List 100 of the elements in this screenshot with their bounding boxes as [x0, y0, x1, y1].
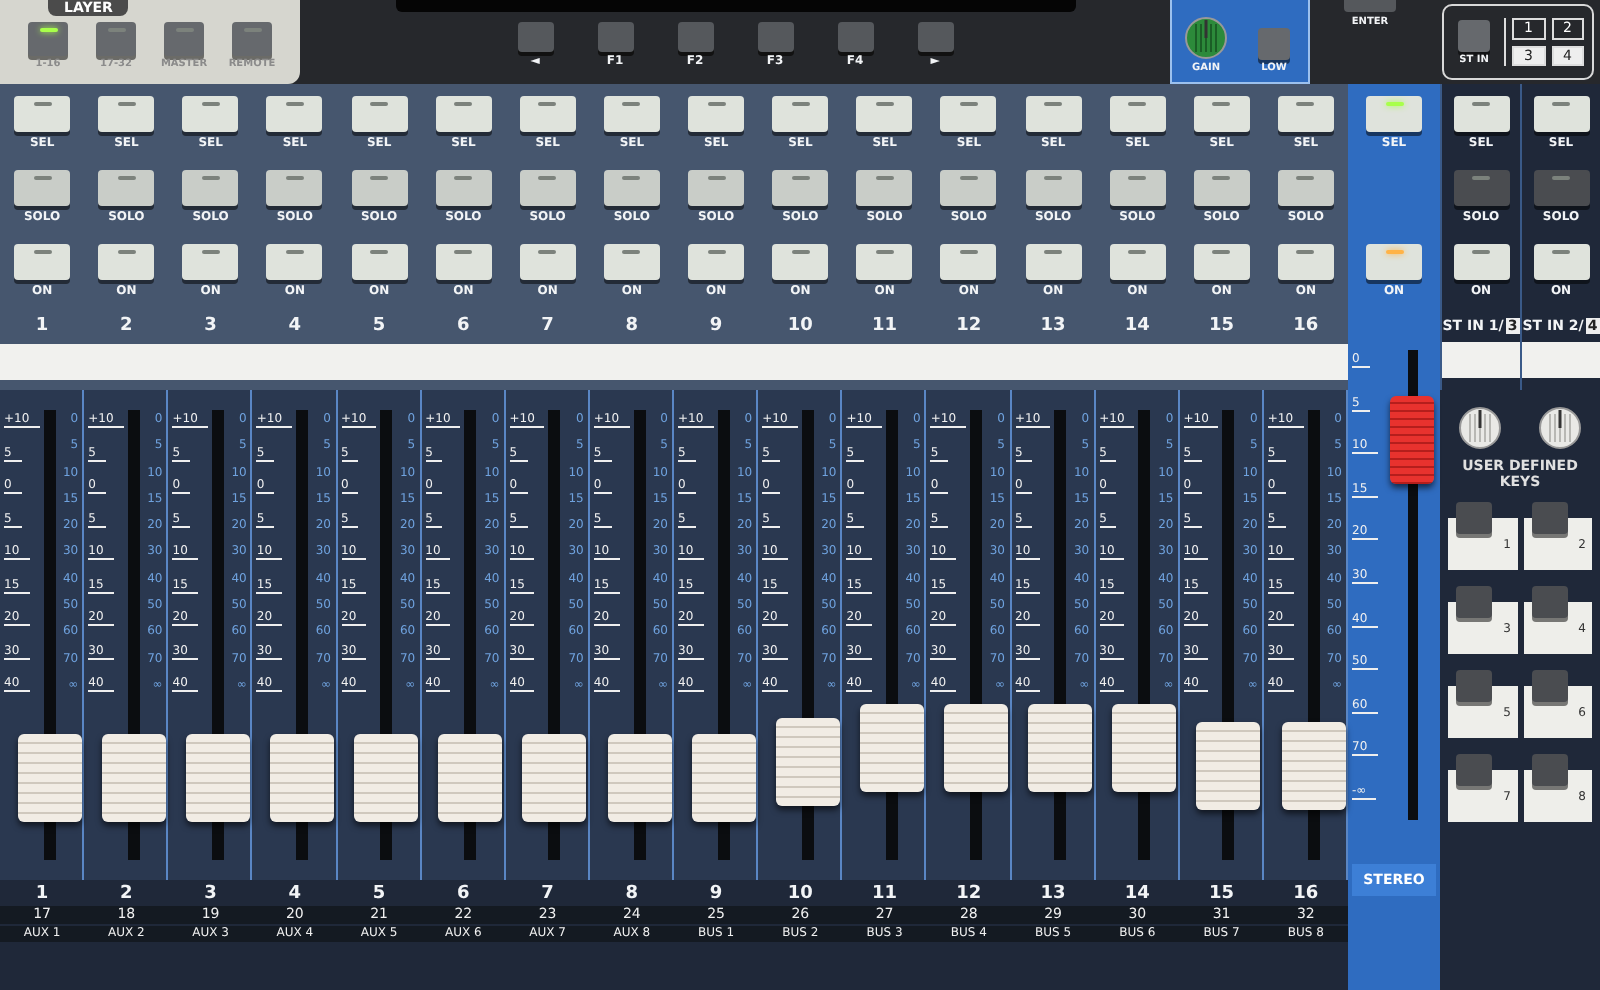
select-button[interactable]	[688, 96, 745, 132]
on-button[interactable]	[519, 244, 576, 280]
channel-number: 5	[372, 318, 386, 336]
select-button[interactable]	[351, 96, 408, 132]
select-button[interactable]	[603, 96, 660, 132]
fader-knob[interactable]	[1196, 722, 1261, 811]
select-button[interactable]	[435, 96, 492, 132]
select-button[interactable]	[772, 96, 829, 132]
on-button[interactable]	[266, 244, 323, 280]
st-in-button[interactable]	[1458, 19, 1490, 51]
scribble-strip	[1442, 342, 1520, 378]
channel-number: 16	[1293, 886, 1319, 904]
fader-knob[interactable]	[522, 733, 587, 822]
on-button[interactable]	[351, 244, 408, 280]
channel-number: 7	[541, 318, 554, 336]
channel-number: 14	[1124, 886, 1150, 904]
solo-button[interactable]	[1533, 170, 1589, 206]
channel-number: 14	[1124, 318, 1150, 336]
fader-knob[interactable]	[1281, 722, 1346, 811]
solo-button[interactable]	[519, 170, 576, 206]
on-button[interactable]	[1277, 244, 1334, 280]
solo-button[interactable]	[435, 170, 492, 206]
select-button[interactable]	[182, 96, 239, 132]
solo-button[interactable]	[603, 170, 660, 206]
fader-knob[interactable]	[1112, 703, 1177, 792]
on-button[interactable]	[856, 244, 913, 280]
on-button[interactable]	[772, 244, 829, 280]
fader-knob[interactable]	[17, 733, 82, 822]
knob-icon[interactable]	[1538, 406, 1582, 450]
solo-button[interactable]	[266, 170, 323, 206]
fader-knob[interactable]	[1028, 703, 1093, 792]
solo-button[interactable]	[1193, 170, 1250, 206]
channel-number: 8	[625, 886, 639, 904]
solo-button[interactable]	[1453, 170, 1509, 206]
channel-number: 16	[1293, 318, 1319, 336]
channel-number: 2	[120, 886, 133, 904]
fader-knob[interactable]	[691, 733, 756, 822]
solo-button[interactable]	[1277, 170, 1334, 206]
solo-button[interactable]	[940, 170, 997, 206]
channel-number: 10	[787, 318, 813, 336]
fader-knob[interactable]	[607, 733, 672, 822]
channel-number: 13	[1040, 886, 1066, 904]
select-button[interactable]	[1193, 96, 1250, 132]
on-button[interactable]	[1109, 244, 1166, 280]
channel-number: 4	[288, 318, 302, 336]
channel-number: 12	[956, 318, 982, 336]
channel-number: 1	[35, 318, 49, 336]
on-button[interactable]	[14, 244, 71, 280]
on-button[interactable]	[1025, 244, 1082, 280]
solo-button[interactable]	[98, 170, 155, 206]
solo-button[interactable]	[351, 170, 408, 206]
on-button[interactable]	[688, 244, 745, 280]
select-button[interactable]	[1109, 96, 1166, 132]
select-button[interactable]	[14, 96, 71, 132]
fader-knob[interactable]	[775, 718, 840, 807]
solo-button[interactable]	[182, 170, 239, 206]
channel-number: 3	[204, 886, 217, 904]
on-button[interactable]	[1453, 244, 1509, 280]
select-button[interactable]	[856, 96, 913, 132]
solo-button[interactable]	[14, 170, 71, 206]
channel-number: 9	[709, 318, 723, 336]
channel-number: 15	[1209, 886, 1235, 904]
fader-knob[interactable]	[101, 733, 166, 822]
channel-number: 12	[956, 886, 982, 904]
fader-knob[interactable]	[270, 733, 335, 822]
solo-button[interactable]	[1025, 170, 1082, 206]
select-button[interactable]	[1533, 96, 1589, 132]
on-button[interactable]	[603, 244, 660, 280]
fader-knob[interactable]	[859, 703, 924, 792]
select-button[interactable]	[98, 96, 155, 132]
select-button[interactable]	[266, 96, 323, 132]
knob-icon[interactable]	[1458, 406, 1502, 450]
fader-knob[interactable]	[185, 733, 250, 822]
on-button[interactable]	[435, 244, 492, 280]
on-button[interactable]	[182, 244, 239, 280]
solo-button[interactable]	[1109, 170, 1166, 206]
channel-number: 11	[872, 886, 898, 904]
select-button[interactable]	[940, 96, 997, 132]
fader-knob[interactable]	[438, 733, 503, 822]
fader-knob[interactable]	[944, 703, 1009, 792]
on-button[interactable]	[98, 244, 155, 280]
channel-number: 3	[204, 318, 217, 336]
on-button[interactable]	[1193, 244, 1250, 280]
scribble-strip	[1522, 342, 1600, 378]
channel-number: 7	[541, 886, 554, 904]
select-button[interactable]	[519, 96, 576, 132]
on-button[interactable]	[1533, 244, 1589, 280]
channel-number: 8	[625, 318, 639, 336]
on-button[interactable]	[940, 244, 997, 280]
solo-button[interactable]	[856, 170, 913, 206]
scribble-strip	[0, 344, 85, 380]
fader-knob[interactable]	[354, 733, 419, 822]
solo-button[interactable]	[772, 170, 829, 206]
layer-button[interactable]	[28, 22, 68, 56]
channel-number: 6	[457, 886, 470, 904]
select-button[interactable]	[1025, 96, 1082, 132]
select-button[interactable]	[1453, 96, 1509, 132]
channel-number: 13	[1040, 318, 1066, 336]
solo-button[interactable]	[688, 170, 745, 206]
select-button[interactable]	[1277, 96, 1334, 132]
